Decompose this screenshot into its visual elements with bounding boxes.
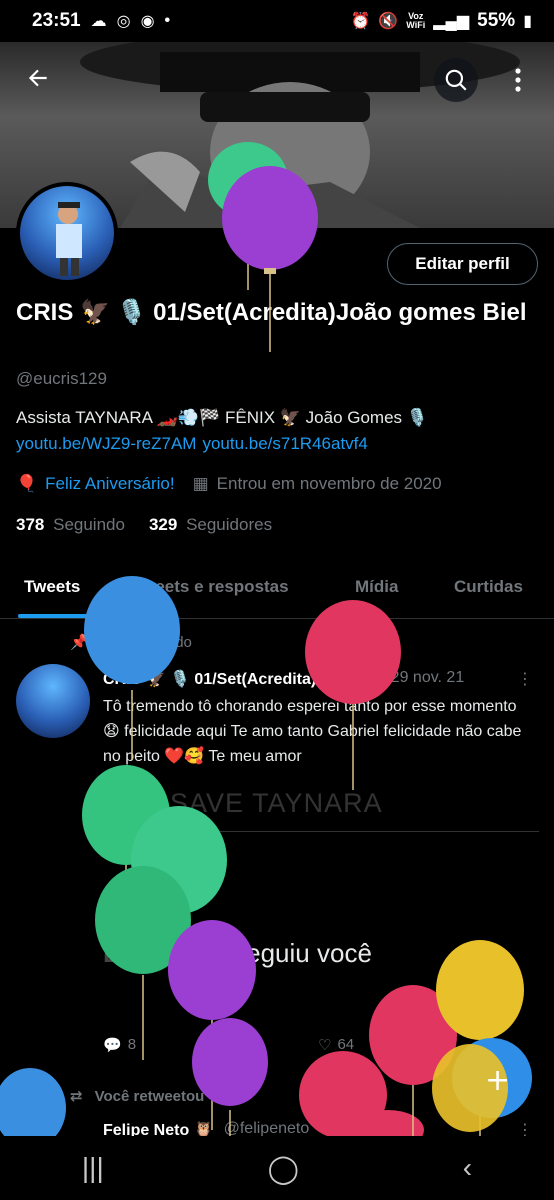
tab-tweets[interactable]: Tweets: [24, 577, 80, 597]
back-nav-button[interactable]: ‹: [463, 1152, 472, 1184]
joined-date: Entrou em novembro de 2020: [216, 474, 442, 493]
following-label: Seguindo: [53, 515, 125, 534]
like-count: 64: [337, 1036, 355, 1053]
retweet-button[interactable]: ⇄ 13: [211, 1034, 319, 1055]
follow-stats: 378 Seguindo 329 Seguidores: [16, 515, 272, 535]
pinned-label-row: 📌 Tweet Fixado: [70, 633, 192, 652]
tab-tweets-replies[interactable]: Tweets e respostas: [133, 577, 289, 597]
balloon: [369, 985, 457, 1136]
recent-apps-button[interactable]: |||: [82, 1152, 104, 1184]
messenger-icon: ◉: [140, 13, 155, 30]
clock: 23:51: [32, 10, 81, 31]
android-nav-bar: ||| ◯ ‹: [0, 1136, 554, 1200]
birthday-link[interactable]: Feliz Aniversário!: [45, 474, 174, 494]
arrow-left-icon: [28, 69, 47, 87]
reply-count: 8: [127, 1036, 137, 1053]
pinned-label: Tweet Fixado: [102, 633, 192, 651]
whatsapp-icon: ◎: [116, 13, 131, 30]
reply-icon: 💬: [103, 1036, 122, 1054]
balloon-icon: 🎈: [16, 474, 38, 493]
tab-likes[interactable]: Curtidas: [454, 577, 523, 597]
followers-link[interactable]: 329 Seguidores: [149, 515, 272, 535]
volte-indicator: Voz WiFi: [406, 12, 425, 30]
tweet-time: · 29 nov. 21: [380, 669, 465, 686]
more-vertical-icon: [515, 68, 521, 92]
balloon: [131, 806, 227, 1000]
bio-links: youtu.be/WJZ9-reZ7AM youtu.be/s71R46atvf…: [16, 434, 368, 454]
tab-indicator: [18, 614, 94, 618]
more-options-button[interactable]: [496, 58, 540, 102]
follow-text: seguiu você: [233, 938, 372, 968]
tweet-text[interactable]: Tô tremendo tô chorando esperei tanto po…: [103, 694, 533, 769]
calendar-icon: ▦: [192, 474, 209, 493]
wifi-label: WiFi: [406, 20, 426, 30]
follower-name: B I E L: [103, 938, 226, 968]
share-icon: ⤴: [425, 1037, 441, 1054]
retweet-label: Você retweetou: [94, 1087, 205, 1105]
profile-meta: 🎈 Feliz Aniversário! ▦ Entrou em novembr…: [16, 474, 442, 494]
balloon: +: [432, 1044, 510, 1132]
tweet-avatar[interactable]: [16, 664, 90, 738]
battery-icon: ▮: [523, 13, 532, 30]
followers-label: Seguidores: [186, 515, 273, 534]
pin-icon: 📌: [70, 634, 89, 651]
bio-link[interactable]: youtu.be/WJZ9-reZ7AM: [16, 434, 196, 454]
search-button[interactable]: [434, 58, 478, 102]
edit-profile-button[interactable]: Editar perfil: [387, 243, 538, 285]
profile-tabs: Tweets Tweets e respostas Mídia Curtidas: [0, 563, 554, 619]
profile-name: CRIS 🦅 🎙️ 01/Set(Acredita)João gomes Bie…: [16, 299, 527, 326]
profile-handle: @eucris129: [16, 369, 107, 388]
avatar-image: [56, 202, 82, 276]
svg-text:+: +: [485, 1063, 510, 1098]
following-link[interactable]: 378 Seguindo: [16, 515, 125, 535]
search-icon: [445, 69, 467, 91]
retweet-icon: ⇄: [210, 1036, 224, 1054]
tweet-card-title[interactable]: PRÉ SAVE TAYNARA: [103, 788, 539, 832]
tweet-more-icon[interactable]: ⋮: [517, 669, 533, 689]
tab-media[interactable]: Mídia: [355, 577, 398, 597]
share-button[interactable]: ⤴: [426, 1034, 534, 1055]
heart-icon: ♡: [318, 1036, 332, 1054]
bio-link[interactable]: youtu.be/s71R46atvf4: [202, 434, 367, 454]
status-bar: 23:51 ☁ ◎ ◉ • ⏰ 🔇 Voz WiFi ▂▄▆ 55% ▮: [0, 0, 554, 42]
tweet-author[interactable]: CRIS 🦅 🎙️ 01/Set(Acredita)João...: [103, 669, 367, 689]
reply-button[interactable]: 💬 8: [103, 1034, 211, 1055]
balloon: [0, 1068, 66, 1136]
following-count: 378: [16, 515, 45, 534]
back-button[interactable]: [16, 56, 60, 100]
battery-level: 55%: [477, 10, 516, 31]
retweet-count: 13: [229, 1036, 246, 1053]
alarm-icon: ⏰: [350, 13, 371, 30]
tweet-actions: 💬 8 ⇄ 13 ♡ 64 ⤴: [103, 1034, 533, 1055]
followers-count: 329: [148, 515, 178, 534]
tweet-header: CRIS 🦅 🎙️ 01/Set(Acredita)João... · 29 n…: [103, 669, 533, 689]
signal-icon: ▂▄▆: [433, 13, 470, 30]
like-button[interactable]: ♡ 64: [318, 1034, 426, 1055]
retweet-icon: ⇄: [70, 1088, 83, 1105]
cloud-icon: ☁: [90, 13, 107, 30]
retweet-indicator: ⇄ Você retweetou: [70, 1087, 205, 1106]
follow-notification[interactable]: B I E L seguiu você: [103, 938, 372, 969]
profile-bio: Assista TAYNARA 🏎️💨🏁 FÊNIX 🦅 João Gomes …: [16, 408, 428, 427]
home-button[interactable]: ◯: [268, 1152, 299, 1185]
mute-icon: 🔇: [378, 13, 399, 30]
profile-avatar[interactable]: [16, 182, 118, 284]
dot-icon: •: [164, 12, 171, 29]
